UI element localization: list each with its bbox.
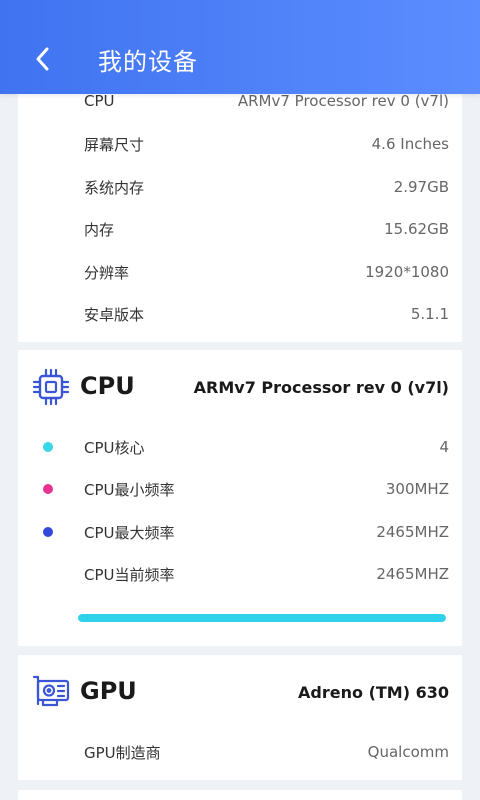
next-card-peek (18, 790, 462, 800)
cpu-card: CPU ARMv7 Processor rev 0 (v7l) CPU核心 4 … (18, 350, 462, 646)
info-value: 15.62GB (384, 220, 449, 238)
cpu-value: 2465MHZ (376, 523, 449, 541)
cpu-value: 2465MHZ (376, 565, 449, 583)
gpu-label: GPU制造商 (84, 743, 161, 762)
legend-dot (43, 442, 53, 452)
cpu-label: CPU最小频率 (84, 480, 175, 499)
gpu-value: Qualcomm (367, 743, 449, 761)
legend-dot (43, 527, 53, 537)
info-row-storage: 内存 15.62GB (18, 208, 462, 250)
info-row-android-version: 安卓版本 5.1.1 (18, 293, 462, 335)
cpu-value: 300MHZ (385, 480, 449, 498)
cpu-frequency-progress-bar (78, 614, 446, 622)
cpu-label: CPU最大频率 (84, 523, 175, 542)
legend-dot (43, 484, 53, 494)
cpu-model: ARMv7 Processor rev 0 (v7l) (193, 378, 449, 397)
info-value: 1920*1080 (365, 263, 449, 281)
cpu-row-max-freq: CPU最大频率 2465MHZ (18, 511, 462, 553)
info-row-resolution: 分辨率 1920*1080 (18, 251, 462, 293)
info-value: ARMv7 Processor rev 0 (v7l) (237, 92, 449, 110)
info-label: 安卓版本 (84, 305, 145, 324)
info-label: CPU (84, 92, 115, 110)
cpu-value: 4 (439, 438, 449, 456)
info-label: 分辨率 (84, 263, 130, 282)
info-label: 内存 (84, 220, 115, 239)
cpu-card-header: CPU ARMv7 Processor rev 0 (v7l) (18, 350, 462, 428)
info-row-screen-size: 屏幕尺寸 4.6 Inches (18, 123, 462, 165)
cpu-row-min-freq: CPU最小频率 300MHZ (18, 468, 462, 510)
page-title: 我的设备 (98, 48, 198, 76)
device-info-card: CPU ARMv7 Processor rev 0 (v7l) 屏幕尺寸 4.6… (18, 70, 462, 342)
cpu-frequency-progress-fill (78, 614, 446, 622)
info-value: 2.97GB (393, 178, 449, 196)
cpu-label: CPU当前频率 (84, 565, 175, 584)
gpu-card-header: GPU Adreno (TM) 630 (18, 655, 462, 733)
info-row-system-memory: 系统内存 2.97GB (18, 166, 462, 208)
gpu-card: GPU Adreno (TM) 630 GPU制造商 Qualcomm (18, 655, 462, 780)
gpu-model: Adreno (TM) 630 (298, 683, 449, 702)
info-label: 屏幕尺寸 (84, 135, 145, 154)
graphics-card-icon (32, 672, 70, 712)
cpu-row-cores: CPU核心 4 (18, 426, 462, 468)
chevron-left-icon (36, 47, 49, 71)
info-value: 5.1.1 (410, 305, 449, 323)
gpu-card-title: GPU (80, 677, 137, 705)
back-button[interactable] (30, 44, 56, 74)
info-value: 4.6 Inches (371, 135, 449, 153)
cpu-card-title: CPU (80, 372, 135, 400)
cpu-row-current-freq: CPU当前频率 2465MHZ (18, 553, 462, 595)
cpu-chip-icon (32, 367, 70, 407)
app-header: 我的设备 (0, 0, 480, 94)
info-label: 系统内存 (84, 178, 145, 197)
cpu-label: CPU核心 (84, 438, 145, 457)
gpu-row-vendor: GPU制造商 Qualcomm (18, 731, 462, 773)
